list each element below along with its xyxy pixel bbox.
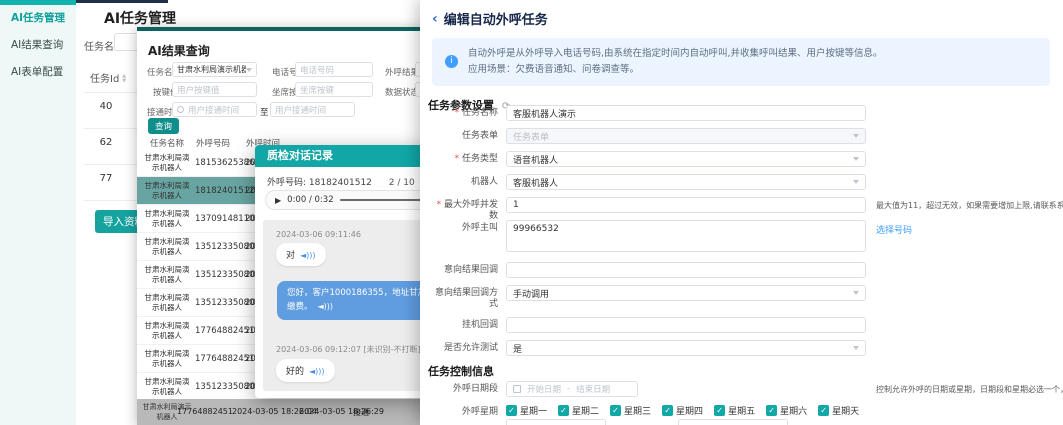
checkbox-tuesday[interactable]: ✓星期二 (558, 404, 599, 417)
status-badge: 接通 (353, 407, 369, 418)
chevron-down-icon (246, 68, 252, 72)
clock-icon (177, 106, 184, 113)
play-icon[interactable]: ▶ (275, 196, 281, 205)
time-range-input-partial[interactable] (678, 419, 788, 425)
speaker-icon[interactable]: ◄))) (318, 300, 334, 313)
field-label: 任务表单 (428, 131, 498, 142)
checkbox-sunday[interactable]: ✓星期天 (818, 404, 859, 417)
allow-test-select[interactable]: 是 (506, 340, 866, 356)
checkbox-saturday[interactable]: ✓星期六 (766, 404, 807, 417)
task-id-cell: 40 (92, 101, 120, 112)
chat-bubble-user: 对◄))) (276, 243, 326, 266)
checkbox-checked-icon: ✓ (610, 405, 621, 416)
field-label: 任务类型 (428, 154, 498, 165)
task-id-cell: 77 (92, 173, 120, 184)
col-header-task-name: 任务名称 (150, 137, 184, 149)
search-button[interactable]: 查询 (148, 118, 179, 134)
field-label: 意向结果回调方式 (428, 288, 498, 310)
checkbox-wednesday[interactable]: ✓星期三 (610, 404, 651, 417)
max-concurrency-input[interactable] (506, 197, 866, 213)
chevron-down-icon (853, 134, 859, 138)
intent-callback-method-select[interactable]: 手动调用 (506, 285, 866, 301)
task-id-cell: 62 (92, 137, 120, 148)
sidebar-item-ai-result-query[interactable]: AI结果查询 (0, 32, 76, 59)
screen: AI任务管理 AI结果查询 AI表单配置 AI任务管理 任务名称 任务Id▲▼ … (0, 0, 1063, 425)
field-label: 最大外呼并发数 (428, 200, 498, 222)
sidebar-item-ai-form-config[interactable]: AI表单配置 (0, 59, 76, 86)
filter-task-name-select[interactable]: 甘肃水利局演示机器人 (172, 62, 257, 77)
task-id-column-header[interactable]: 任务Id▲▼ (90, 70, 126, 85)
chevron-down-icon (853, 157, 859, 161)
task-form-select[interactable]: 任务表单 (506, 128, 866, 144)
info-alert: i 自动外呼是从外呼导入电话号码,由系统在指定时间内自动呼叫,并收集呼叫结果、用… (432, 38, 1050, 86)
section-task-control: 任务控制信息 (428, 363, 494, 379)
filter-call-result-label: 外呼结果 (385, 66, 419, 78)
filter-phone-input[interactable] (295, 62, 373, 77)
speaker-icon[interactable]: ◄))) (300, 251, 316, 260)
time-range-input-partial[interactable] (506, 419, 606, 425)
edit-task-panel: ‹ 编辑自动外呼任务 i 自动外呼是从外呼导入电话号码,由系统在指定时间内自动呼… (420, 0, 1063, 425)
checkbox-checked-icon: ✓ (766, 405, 777, 416)
hangup-callback-input[interactable] (506, 317, 866, 333)
chevron-down-icon (853, 346, 859, 350)
results-page-title: AI结果查询 (148, 42, 210, 59)
weekday-checkbox-group: ✓星期一 ✓星期二 ✓星期三 ✓星期四 ✓星期五 ✓星期六 ✓星期天 (506, 404, 859, 417)
max-concurrency-hint: 最大值为11，超过无效，如果需要增加上限,请联系系统管理人员。 (876, 200, 1063, 211)
connect-time-start-input[interactable]: 用户接通时间 (172, 102, 257, 117)
checkbox-checked-icon: ✓ (714, 405, 725, 416)
field-label: 机器人 (428, 177, 498, 188)
task-type-select[interactable]: 语音机器人 (506, 151, 866, 167)
robot-select[interactable]: 客服机器人 (506, 174, 866, 190)
info-alert-text: 自动外呼是从外呼导入电话号码,由系统在指定时间内自动呼叫,并收集呼叫结果、用户按… (468, 46, 883, 78)
caller-number-textarea[interactable]: 99966532 (506, 220, 866, 252)
field-label: 意向结果回调 (428, 265, 498, 276)
checkbox-checked-icon: ✓ (506, 405, 517, 416)
chevron-down-icon (853, 291, 859, 295)
date-range-hint: 控制允许外呼的日期或星期，日期段和星期必选一个，也可以同时选择 (876, 384, 1063, 395)
player-time: 0:00 / 0:32 (287, 195, 333, 205)
task-name-input[interactable] (506, 105, 866, 121)
sort-icon[interactable]: ▲▼ (122, 74, 126, 84)
filter-key-value-input[interactable] (172, 82, 257, 97)
sidebar: AI任务管理 AI结果查询 AI表单配置 (0, 5, 76, 425)
edit-panel-header: ‹ 编辑自动外呼任务 (432, 9, 548, 28)
chevron-down-icon (853, 180, 859, 184)
checkbox-checked-icon: ✓ (558, 405, 569, 416)
checkbox-friday[interactable]: ✓星期五 (714, 404, 755, 417)
tasks-page-title: AI任务管理 (104, 8, 176, 28)
info-icon: i (445, 55, 458, 68)
field-label: 外呼主叫 (428, 223, 498, 234)
date-range-input[interactable]: 开始日期 - 结束日期 (506, 381, 638, 397)
col-header-call-number: 外呼号码 (196, 137, 230, 149)
field-label: 是否允许测试 (428, 343, 498, 354)
table-row[interactable]: 甘肃水利局演示机器人 17764882451 2024-03-05 18:26:… (137, 399, 440, 425)
field-label: 外呼星期 (428, 407, 498, 418)
edit-panel-title: 编辑自动外呼任务 (444, 9, 548, 28)
filter-agent-key-input[interactable] (295, 82, 373, 97)
calendar-icon (513, 385, 521, 393)
field-label: 挂机回调 (428, 320, 498, 331)
back-chevron-icon[interactable]: ‹ (432, 11, 438, 27)
qc-call-number: 外呼号码: 18182401512 2 / 10 (267, 175, 415, 188)
checkbox-checked-icon: ✓ (662, 405, 673, 416)
date-range-to-label: 至 (260, 106, 269, 118)
filter-data-status-label: 数据状态 (385, 86, 419, 98)
choose-number-link[interactable]: 选择号码 (876, 223, 912, 236)
checkbox-checked-icon: ✓ (818, 405, 829, 416)
checkbox-monday[interactable]: ✓星期一 (506, 404, 547, 417)
qc-pager: 2 / 10 (389, 178, 415, 188)
window-top-border (76, 0, 168, 3)
checkbox-thursday[interactable]: ✓星期四 (662, 404, 703, 417)
connect-time-end-input[interactable]: 用户接通时间 (270, 102, 355, 117)
chat-bubble-user: 好的◄))) (276, 359, 335, 382)
field-label: 任务名称 (428, 108, 498, 119)
sidebar-item-ai-task-management[interactable]: AI任务管理 (0, 5, 76, 32)
field-label: 外呼日期段 (428, 384, 498, 395)
speaker-icon[interactable]: ◄))) (309, 367, 325, 376)
intent-callback-input[interactable] (506, 262, 866, 278)
